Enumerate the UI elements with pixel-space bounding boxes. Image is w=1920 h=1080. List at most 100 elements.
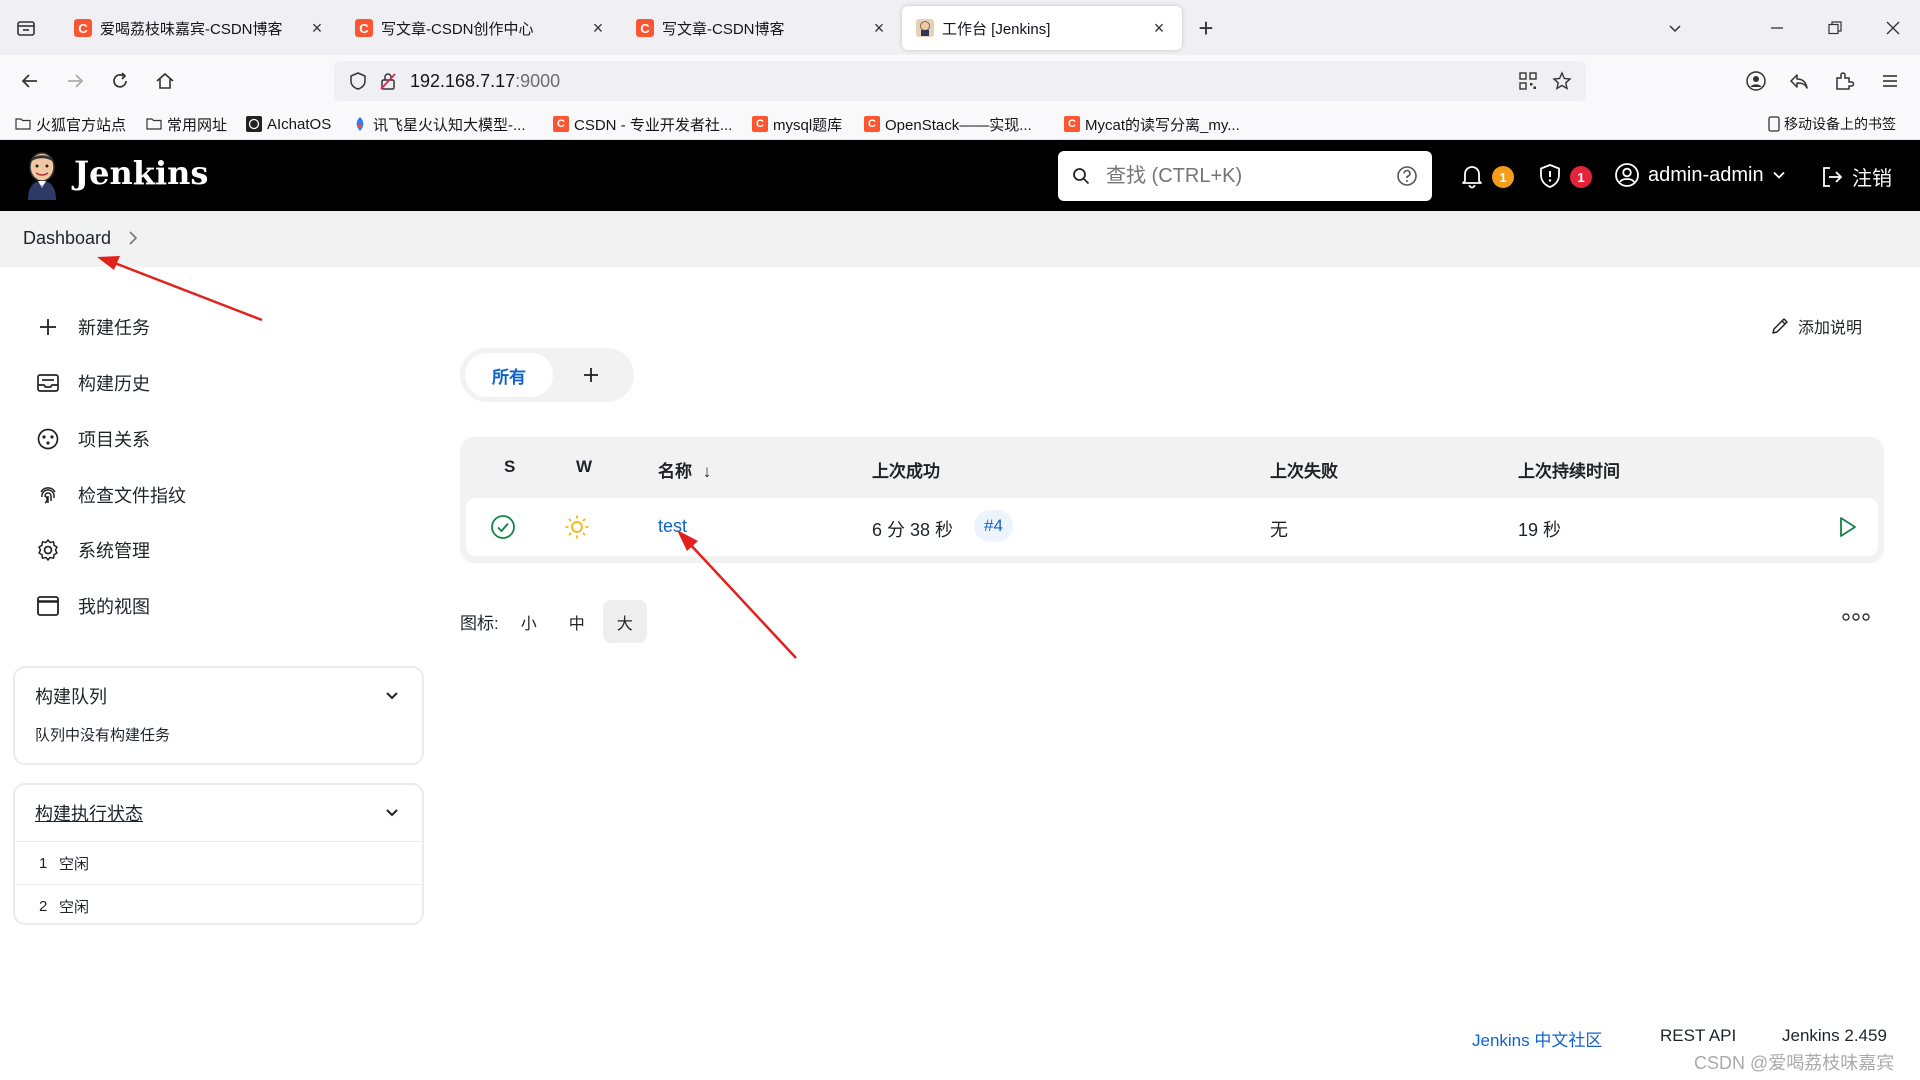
- icon-size-large[interactable]: 大: [602, 600, 647, 643]
- build-queue-header[interactable]: 构建队列: [15, 668, 422, 724]
- bookmarks-bar: 火狐官方站点 常用网址 AIchatOS 讯飞星火认知大模型-... C CSD…: [0, 107, 1920, 140]
- icon-size-small[interactable]: 小: [507, 600, 551, 643]
- bookmark-item[interactable]: C Mycat的读写分离_my...: [1064, 113, 1240, 135]
- extensions-icon[interactable]: [1830, 67, 1858, 95]
- help-icon[interactable]: [1396, 165, 1418, 187]
- restore-icon[interactable]: [1820, 14, 1850, 42]
- fingerprint-icon: [34, 481, 62, 509]
- sidebar-item-build-history[interactable]: 构建历史: [34, 368, 150, 398]
- shield-icon[interactable]: [1536, 162, 1564, 190]
- bookmark-item[interactable]: C OpenStack——实现...: [864, 113, 1032, 135]
- chevron-down-icon[interactable]: [382, 686, 402, 706]
- tab-list-icon[interactable]: [12, 14, 40, 42]
- footer-rest-api-link[interactable]: REST API: [1660, 1026, 1736, 1046]
- browser-tab-1[interactable]: C 爱喝荔枝味嘉宾-CSDN博客 ×: [60, 6, 340, 50]
- icon-size-selector: 图标: 小 中 大: [460, 600, 647, 643]
- menu-icon[interactable]: [1876, 67, 1904, 95]
- tab-title: 写文章-CSDN博客: [662, 20, 785, 38]
- search-box[interactable]: [1058, 151, 1432, 201]
- minimize-icon[interactable]: [1762, 14, 1792, 42]
- executor-row: 1 空闲: [15, 841, 422, 884]
- bookmark-label: AIchatOS: [267, 115, 332, 133]
- footer-version-link[interactable]: Jenkins 2.459: [1782, 1026, 1887, 1046]
- spark-icon: [352, 116, 368, 132]
- forward-arrow-icon[interactable]: [61, 67, 89, 95]
- chevron-down-icon[interactable]: [1660, 14, 1690, 42]
- back-arrow-icon[interactable]: [16, 67, 44, 95]
- jenkins-brand[interactable]: Jenkins: [74, 154, 208, 192]
- shield-icon[interactable]: [348, 71, 368, 91]
- bookmark-label: 常用网址: [167, 116, 228, 134]
- folder-icon: [15, 116, 31, 132]
- close-tab-icon[interactable]: ×: [589, 18, 607, 38]
- browser-nav-bar: 192.168.7.17:9000: [0, 55, 1920, 107]
- icon-size-medium[interactable]: 中: [555, 600, 599, 643]
- csdn-icon: C: [1064, 116, 1080, 132]
- mobile-bookmarks[interactable]: 移动设备上的书签: [1766, 113, 1896, 135]
- column-header-last-duration[interactable]: 上次持续时间: [1518, 457, 1620, 482]
- build-number-link[interactable]: #4: [974, 510, 1013, 542]
- csdn-icon: C: [864, 116, 880, 132]
- browser-tab-4-active[interactable]: 工作台 [Jenkins] ×: [902, 6, 1182, 50]
- bookmark-star-icon[interactable]: [1552, 71, 1572, 91]
- footer-community-link[interactable]: Jenkins 中文社区: [1472, 1026, 1602, 1051]
- user-menu[interactable]: admin-admin: [1614, 162, 1786, 188]
- bookmark-item[interactable]: AIchatOS: [246, 113, 331, 135]
- account-icon[interactable]: [1742, 67, 1770, 95]
- bell-icon[interactable]: [1458, 162, 1486, 190]
- browser-tab-3[interactable]: C 写文章-CSDN博客 ×: [622, 6, 902, 50]
- success-check-icon: [490, 514, 516, 540]
- sidebar-item-manage-jenkins[interactable]: 系统管理: [34, 535, 150, 565]
- logout-button[interactable]: 注销: [1820, 162, 1892, 191]
- executors-header[interactable]: 构建执行状态: [15, 785, 422, 841]
- bookmark-item[interactable]: 讯飞星火认知大模型-...: [352, 113, 526, 135]
- close-tab-icon[interactable]: ×: [308, 18, 326, 38]
- csdn-icon: C: [74, 19, 92, 37]
- breadcrumb: Dashboard: [0, 211, 1920, 267]
- url-bar[interactable]: 192.168.7.17:9000: [334, 61, 1586, 101]
- close-tab-icon[interactable]: ×: [870, 18, 888, 38]
- insecure-lock-icon[interactable]: [378, 71, 398, 91]
- user-avatar-icon: [1614, 162, 1640, 188]
- column-header-weather[interactable]: W: [576, 457, 592, 477]
- sidebar-item-fingerprint[interactable]: 检查文件指纹: [34, 480, 186, 510]
- notifications-badge[interactable]: 1: [1492, 166, 1514, 188]
- play-build-icon[interactable]: [1834, 514, 1860, 540]
- history-back-icon[interactable]: [1785, 67, 1813, 95]
- more-options-icon[interactable]: [1842, 612, 1870, 622]
- browser-tab-2[interactable]: C 写文章-CSDN创作中心 ×: [341, 6, 621, 50]
- tab-all[interactable]: 所有: [465, 353, 553, 397]
- sidebar-item-project-relationship[interactable]: 项目关系: [34, 424, 150, 454]
- search-input[interactable]: [1106, 164, 1396, 188]
- column-header-last-failure[interactable]: 上次失败: [1270, 457, 1338, 482]
- sidebar-item-new-job[interactable]: 新建任务: [34, 312, 150, 342]
- column-header-name[interactable]: 名称 ↓: [658, 457, 711, 482]
- user-name: admin-admin: [1648, 163, 1764, 186]
- url-host: 192.168.7.17: [410, 70, 516, 91]
- jenkins-logo-icon[interactable]: [22, 150, 62, 200]
- security-badge[interactable]: 1: [1570, 166, 1592, 188]
- close-tab-icon[interactable]: ×: [1150, 18, 1168, 38]
- bookmark-item[interactable]: C CSDN - 专业开发者社...: [553, 113, 732, 135]
- bookmark-item[interactable]: 火狐官方站点: [15, 113, 126, 135]
- column-header-last-success[interactable]: 上次成功: [872, 457, 940, 482]
- sidebar-item-label: 新建任务: [78, 318, 150, 338]
- reload-icon[interactable]: [106, 67, 134, 95]
- executors-title[interactable]: 构建执行状态: [35, 800, 143, 826]
- add-description-button[interactable]: 添加说明: [1770, 314, 1862, 338]
- new-tab-button[interactable]: +: [1192, 13, 1220, 43]
- close-window-icon[interactable]: [1878, 14, 1908, 42]
- chevron-down-icon[interactable]: [382, 803, 402, 823]
- build-queue-title: 构建队列: [35, 687, 107, 707]
- qr-code-icon[interactable]: [1518, 71, 1538, 91]
- tab-title: 爱喝荔枝味嘉宾-CSDN博客: [100, 20, 283, 38]
- breadcrumb-dashboard[interactable]: Dashboard: [23, 228, 111, 249]
- bookmark-item[interactable]: C mysql题库: [752, 113, 842, 135]
- chevron-right-icon[interactable]: [126, 230, 140, 246]
- bookmark-item[interactable]: 常用网址: [146, 113, 227, 135]
- add-view-button[interactable]: [553, 365, 629, 385]
- job-link-test[interactable]: test: [658, 516, 687, 537]
- home-icon[interactable]: [151, 67, 179, 95]
- column-header-status[interactable]: S: [504, 457, 515, 477]
- sidebar-item-my-views[interactable]: 我的视图: [34, 591, 150, 621]
